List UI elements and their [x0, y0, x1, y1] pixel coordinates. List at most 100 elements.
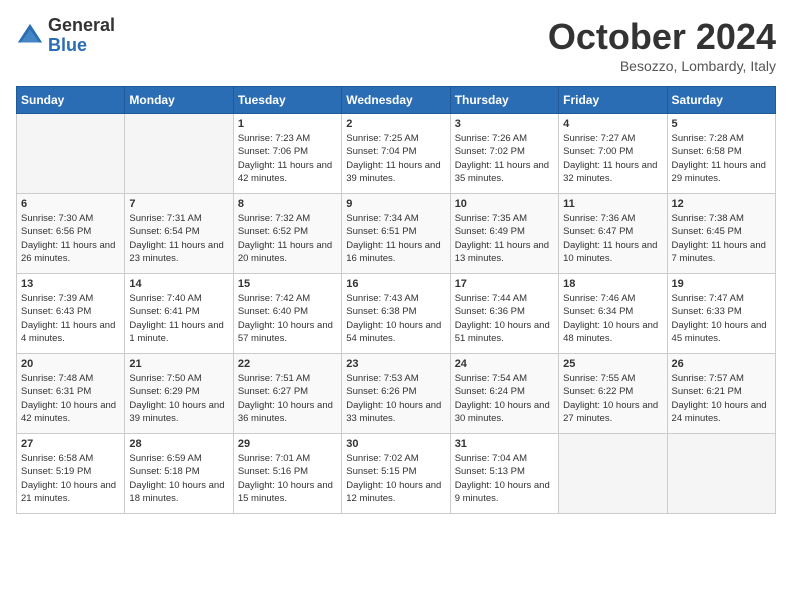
day-info: Sunrise: 7:04 AM Sunset: 5:13 PM Dayligh…	[455, 452, 554, 505]
calendar-day-cell: 28 Sunrise: 6:59 AM Sunset: 5:18 PM Dayli…	[125, 434, 233, 514]
calendar-day-cell: 17Sunrise: 7:44 AM Sunset: 6:36 PM Dayli…	[450, 274, 558, 354]
day-number: 8	[238, 198, 337, 210]
calendar-day-cell: 7 Sunrise: 7:31 AM Sunset: 6:54 PM Daylig…	[125, 194, 233, 274]
calendar-day-cell	[667, 434, 775, 514]
calendar-day-cell: 6 Sunrise: 7:30 AM Sunset: 6:56 PM Daylig…	[17, 194, 125, 274]
day-number: 28	[129, 438, 228, 450]
calendar-day-header: Friday	[559, 87, 667, 114]
day-info: Sunrise: 7:47 AM Sunset: 6:33 PM Dayligh…	[672, 292, 771, 345]
day-info: Sunrise: 7:02 AM Sunset: 5:15 PM Dayligh…	[346, 452, 445, 505]
calendar-week-row: 27 Sunrise: 6:58 AM Sunset: 5:19 PM Dayli…	[17, 434, 776, 514]
day-number: 26	[672, 358, 771, 370]
calendar-day-header: Sunday	[17, 87, 125, 114]
day-info: Sunrise: 7:26 AM Sunset: 7:02 PM Dayligh…	[455, 132, 554, 185]
title-section: October 2024 Besozzo, Lombardy, Italy	[548, 16, 776, 74]
calendar-day-cell: 25Sunrise: 7:55 AM Sunset: 6:22 PM Dayli…	[559, 354, 667, 434]
day-info: Sunrise: 7:44 AM Sunset: 6:36 PM Dayligh…	[455, 292, 554, 345]
day-info: Sunrise: 7:50 AM Sunset: 6:29 PM Dayligh…	[129, 372, 228, 425]
calendar-week-row: 6 Sunrise: 7:30 AM Sunset: 6:56 PM Daylig…	[17, 194, 776, 274]
calendar-day-cell	[559, 434, 667, 514]
calendar-day-cell: 26 Sunrise: 7:57 AM Sunset: 6:21 PM Dayli…	[667, 354, 775, 434]
calendar-day-cell: 18Sunrise: 7:46 AM Sunset: 6:34 PM Dayli…	[559, 274, 667, 354]
page-header: General Blue October 2024 Besozzo, Lomba…	[16, 16, 776, 74]
calendar-day-cell: 31 Sunrise: 7:04 AM Sunset: 5:13 PM Dayli…	[450, 434, 558, 514]
calendar-table: SundayMondayTuesdayWednesdayThursdayFrid…	[16, 86, 776, 514]
calendar-day-cell: 5 Sunrise: 7:28 AM Sunset: 6:58 PM Daylig…	[667, 114, 775, 194]
day-number: 20	[21, 358, 120, 370]
day-number: 5	[672, 118, 771, 130]
day-number: 15	[238, 278, 337, 290]
logo-general: General	[48, 16, 115, 36]
calendar-day-cell: 14Sunrise: 7:40 AM Sunset: 6:41 PM Dayli…	[125, 274, 233, 354]
day-number: 9	[346, 198, 445, 210]
day-info: Sunrise: 7:01 AM Sunset: 5:16 PM Dayligh…	[238, 452, 337, 505]
calendar-day-cell: 27 Sunrise: 6:58 AM Sunset: 5:19 PM Dayli…	[17, 434, 125, 514]
logo: General Blue	[16, 16, 115, 56]
day-number: 31	[455, 438, 554, 450]
day-number: 30	[346, 438, 445, 450]
calendar-day-header: Saturday	[667, 87, 775, 114]
calendar-week-row: 13 Sunrise: 7:39 AM Sunset: 6:43 PM Dayli…	[17, 274, 776, 354]
calendar-day-cell: 15 Sunrise: 7:42 AM Sunset: 6:40 PM Dayli…	[233, 274, 341, 354]
day-info: Sunrise: 6:58 AM Sunset: 5:19 PM Dayligh…	[21, 452, 120, 505]
calendar-day-cell: 21 Sunrise: 7:50 AM Sunset: 6:29 PM Dayli…	[125, 354, 233, 434]
calendar-day-cell: 20Sunrise: 7:48 AM Sunset: 6:31 PM Dayli…	[17, 354, 125, 434]
day-number: 10	[455, 198, 554, 210]
day-info: Sunrise: 7:42 AM Sunset: 6:40 PM Dayligh…	[238, 292, 337, 345]
day-number: 16	[346, 278, 445, 290]
calendar-day-cell: 10 Sunrise: 7:35 AM Sunset: 6:49 PM Dayli…	[450, 194, 558, 274]
day-number: 27	[21, 438, 120, 450]
day-info: Sunrise: 7:31 AM Sunset: 6:54 PM Dayligh…	[129, 212, 228, 265]
day-info: Sunrise: 7:57 AM Sunset: 6:21 PM Dayligh…	[672, 372, 771, 425]
day-info: Sunrise: 7:35 AM Sunset: 6:49 PM Dayligh…	[455, 212, 554, 265]
calendar-header-row: SundayMondayTuesdayWednesdayThursdayFrid…	[17, 87, 776, 114]
day-info: Sunrise: 7:36 AM Sunset: 6:47 PM Dayligh…	[563, 212, 662, 265]
day-info: Sunrise: 7:30 AM Sunset: 6:56 PM Dayligh…	[21, 212, 120, 265]
calendar-day-cell: 8 Sunrise: 7:32 AM Sunset: 6:52 PM Daylig…	[233, 194, 341, 274]
day-info: Sunrise: 7:51 AM Sunset: 6:27 PM Dayligh…	[238, 372, 337, 425]
calendar-day-header: Monday	[125, 87, 233, 114]
day-number: 13	[21, 278, 120, 290]
location: Besozzo, Lombardy, Italy	[548, 58, 776, 74]
day-number: 6	[21, 198, 120, 210]
calendar-day-cell: 30 Sunrise: 7:02 AM Sunset: 5:15 PM Dayli…	[342, 434, 450, 514]
calendar-day-header: Tuesday	[233, 87, 341, 114]
day-info: Sunrise: 7:32 AM Sunset: 6:52 PM Dayligh…	[238, 212, 337, 265]
day-info: Sunrise: 7:28 AM Sunset: 6:58 PM Dayligh…	[672, 132, 771, 185]
day-number: 4	[563, 118, 662, 130]
day-number: 2	[346, 118, 445, 130]
day-number: 21	[129, 358, 228, 370]
calendar-day-cell: 16 Sunrise: 7:43 AM Sunset: 6:38 PM Dayli…	[342, 274, 450, 354]
calendar-day-header: Thursday	[450, 87, 558, 114]
day-info: Sunrise: 7:23 AM Sunset: 7:06 PM Dayligh…	[238, 132, 337, 185]
day-number: 1	[238, 118, 337, 130]
calendar-day-cell: 29 Sunrise: 7:01 AM Sunset: 5:16 PM Dayli…	[233, 434, 341, 514]
calendar-day-cell: 9Sunrise: 7:34 AM Sunset: 6:51 PM Daylig…	[342, 194, 450, 274]
day-info: Sunrise: 6:59 AM Sunset: 5:18 PM Dayligh…	[129, 452, 228, 505]
day-number: 25	[563, 358, 662, 370]
day-info: Sunrise: 7:43 AM Sunset: 6:38 PM Dayligh…	[346, 292, 445, 345]
calendar-day-cell: 4Sunrise: 7:27 AM Sunset: 7:00 PM Daylig…	[559, 114, 667, 194]
calendar-day-cell	[17, 114, 125, 194]
day-info: Sunrise: 7:54 AM Sunset: 6:24 PM Dayligh…	[455, 372, 554, 425]
calendar-day-cell: 12Sunrise: 7:38 AM Sunset: 6:45 PM Dayli…	[667, 194, 775, 274]
calendar-day-cell: 13 Sunrise: 7:39 AM Sunset: 6:43 PM Dayli…	[17, 274, 125, 354]
logo-icon	[16, 22, 44, 50]
day-info: Sunrise: 7:40 AM Sunset: 6:41 PM Dayligh…	[129, 292, 228, 345]
logo-blue: Blue	[48, 36, 115, 56]
day-info: Sunrise: 7:39 AM Sunset: 6:43 PM Dayligh…	[21, 292, 120, 345]
day-number: 24	[455, 358, 554, 370]
day-number: 7	[129, 198, 228, 210]
calendar-day-cell: 1 Sunrise: 7:23 AM Sunset: 7:06 PM Daylig…	[233, 114, 341, 194]
calendar-day-header: Wednesday	[342, 87, 450, 114]
calendar-day-cell: 2 Sunrise: 7:25 AM Sunset: 7:04 PM Daylig…	[342, 114, 450, 194]
day-number: 23	[346, 358, 445, 370]
calendar-day-cell	[125, 114, 233, 194]
day-number: 18	[563, 278, 662, 290]
day-info: Sunrise: 7:25 AM Sunset: 7:04 PM Dayligh…	[346, 132, 445, 185]
calendar-day-cell: 3Sunrise: 7:26 AM Sunset: 7:02 PM Daylig…	[450, 114, 558, 194]
day-info: Sunrise: 7:53 AM Sunset: 6:26 PM Dayligh…	[346, 372, 445, 425]
calendar-day-cell: 19Sunrise: 7:47 AM Sunset: 6:33 PM Dayli…	[667, 274, 775, 354]
day-number: 29	[238, 438, 337, 450]
day-number: 22	[238, 358, 337, 370]
